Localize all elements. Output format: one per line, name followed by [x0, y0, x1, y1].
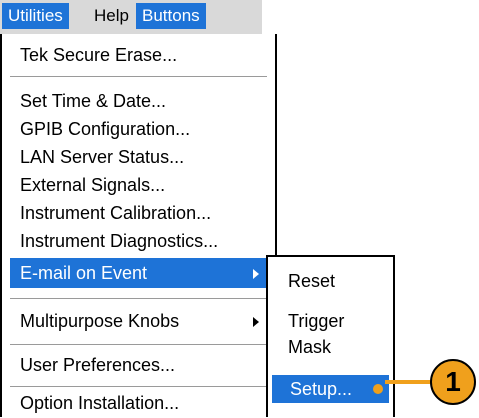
- submenu-item-label: Setup...: [290, 379, 353, 399]
- menu-item-instrument-diagnostics[interactable]: Instrument Diagnostics...: [10, 226, 267, 256]
- submenu-item-setup[interactable]: Setup...: [272, 375, 389, 403]
- menu-item-gpib-configuration[interactable]: GPIB Configuration...: [10, 114, 267, 144]
- menu-item-option-installation[interactable]: Option Installation...: [10, 388, 267, 418]
- menu-item-lan-server-status[interactable]: LAN Server Status...: [10, 142, 267, 172]
- menu-item-multipurpose-knobs[interactable]: Multipurpose Knobs: [10, 306, 267, 336]
- email-on-event-submenu: Reset Trigger Mask Setup...: [266, 255, 395, 417]
- menu-buttons[interactable]: Buttons: [136, 3, 206, 29]
- menu-item-label: Multipurpose Knobs: [20, 311, 180, 331]
- menu-utilities[interactable]: Utilities: [2, 3, 69, 29]
- callout-pointer-dot: [373, 384, 383, 394]
- callout-leader-line: [385, 380, 431, 384]
- menu-item-external-signals[interactable]: External Signals...: [10, 170, 267, 200]
- submenu-item-mask[interactable]: Mask: [272, 333, 389, 361]
- menu-separator: [10, 344, 267, 346]
- menu-item-instrument-calibration[interactable]: Instrument Calibration...: [10, 198, 267, 228]
- submenu-item-trigger[interactable]: Trigger: [272, 307, 389, 335]
- menu-item-set-time-date[interactable]: Set Time & Date...: [10, 86, 267, 116]
- callout-number-badge: 1: [430, 359, 476, 405]
- menu-item-user-preferences[interactable]: User Preferences...: [10, 350, 267, 380]
- menu-help[interactable]: Help: [88, 3, 135, 29]
- menu-separator: [10, 76, 267, 78]
- menu-item-tek-secure-erase[interactable]: Tek Secure Erase...: [10, 40, 267, 70]
- submenu-arrow-icon: [253, 269, 259, 279]
- utilities-dropdown: Tek Secure Erase... Set Time & Date... G…: [0, 34, 277, 417]
- menu-item-label: E-mail on Event: [20, 263, 148, 283]
- menu-item-email-on-event[interactable]: E-mail on Event: [10, 258, 267, 288]
- submenu-item-reset[interactable]: Reset: [272, 267, 389, 295]
- menu-separator: [10, 298, 267, 300]
- menu-bar: Utilities Help Buttons: [0, 0, 262, 35]
- submenu-arrow-icon: [253, 317, 259, 327]
